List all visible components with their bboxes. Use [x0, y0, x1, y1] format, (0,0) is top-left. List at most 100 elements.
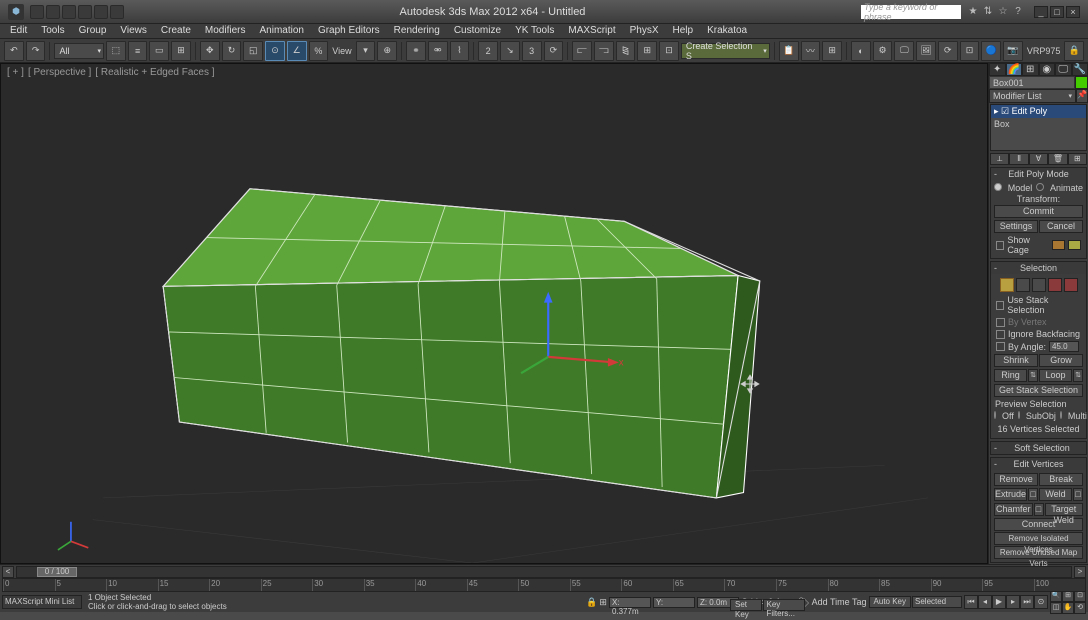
fov-icon[interactable]: ◫ — [1050, 602, 1062, 614]
bind-spacewarp-icon[interactable]: ⌇ — [450, 41, 470, 61]
keymode-dropdown[interactable]: Selected — [912, 596, 962, 608]
chamfer-opt-icon[interactable]: □ — [1034, 503, 1044, 516]
extrude-opt-icon[interactable]: □ — [1028, 488, 1038, 501]
array-icon[interactable]: ⊞ — [637, 41, 657, 61]
object-color-swatch[interactable] — [1075, 76, 1088, 89]
maxscript-listener[interactable]: MAXScript Mini List — [2, 595, 82, 609]
selection-filter-dropdown[interactable]: All — [54, 43, 104, 59]
remove-mod-icon[interactable]: 🗑 — [1048, 153, 1067, 165]
lock-render-icon[interactable]: 🔒 — [1064, 41, 1084, 61]
menu-physx[interactable]: PhysX — [624, 24, 665, 38]
time-slider-handle[interactable]: 0 / 100 — [37, 567, 77, 577]
modifier-stack[interactable]: ▸ ☑ Edit Poly Box — [990, 104, 1087, 151]
cage-color2[interactable] — [1068, 240, 1081, 250]
snap-25d-icon[interactable]: ↘ — [500, 41, 520, 61]
play-icon[interactable]: ▶ — [992, 595, 1006, 609]
menu-modifiers[interactable]: Modifiers — [199, 24, 252, 38]
remove-unused-button[interactable]: Remove Unused Map Verts — [994, 546, 1083, 559]
tab-motion-icon[interactable]: ◉ — [1039, 63, 1056, 76]
render-prod-icon[interactable]: 🖼 — [916, 41, 936, 61]
app-icon[interactable]: ⬢ — [8, 4, 24, 20]
tab-create-icon[interactable]: ✦ — [989, 63, 1006, 76]
edge-mode-icon[interactable] — [1016, 278, 1030, 292]
named-selection-dropdown[interactable]: Create Selection S — [681, 43, 770, 59]
polygon-mode-icon[interactable] — [1048, 278, 1062, 292]
viewport-shading-menu[interactable]: [ Realistic + Edged Faces ] — [95, 67, 214, 78]
help-question-icon[interactable]: ? — [1012, 6, 1024, 18]
menu-yk-tools[interactable]: YK Tools — [509, 24, 560, 38]
time-slider-track[interactable]: 0 / 100 — [16, 566, 1072, 578]
menu-help[interactable]: Help — [667, 24, 700, 38]
select-region-icon[interactable]: ▭ — [149, 41, 169, 61]
angle-snap-icon[interactable]: ∠ — [287, 41, 307, 61]
menu-views[interactable]: Views — [114, 24, 153, 38]
material-editor-icon[interactable]: ◐ — [851, 41, 871, 61]
select-rotate-icon[interactable]: ↻ — [222, 41, 242, 61]
mirror-icon[interactable]: ⧎ — [616, 41, 636, 61]
layer-manager-icon[interactable]: 📋 — [779, 41, 799, 61]
tab-utilities-icon[interactable]: 🔧 — [1072, 63, 1088, 76]
configure-icon[interactable]: ⊞ — [1068, 153, 1087, 165]
ignore-back-check[interactable] — [996, 330, 1005, 339]
element-mode-icon[interactable] — [1064, 278, 1078, 292]
menu-krakatoa[interactable]: Krakatoa — [701, 24, 753, 38]
cage-color1[interactable] — [1052, 240, 1065, 250]
spinner-snap-icon[interactable]: ⟳ — [544, 41, 564, 61]
weld-button[interactable]: Weld — [1039, 488, 1072, 501]
radio-model[interactable] — [994, 183, 1002, 191]
snap-toggle-icon[interactable]: ⊙ — [265, 41, 285, 61]
help-search-input[interactable]: Type a keyword or phrase — [861, 5, 961, 19]
qat-redo-icon[interactable] — [94, 5, 108, 19]
menu-tools[interactable]: Tools — [35, 24, 70, 38]
goto-end-icon[interactable]: ⏭ — [1020, 595, 1034, 609]
radio-off[interactable] — [994, 411, 996, 419]
by-angle-check[interactable] — [996, 342, 1005, 351]
unique-icon[interactable]: ∀ — [1029, 153, 1048, 165]
percent-snap-icon[interactable]: % — [309, 41, 329, 61]
unlink-icon[interactable]: ⚮ — [428, 41, 448, 61]
loop-spinner[interactable]: ⇅ — [1073, 369, 1083, 382]
viewport-3d-content[interactable]: x — [1, 64, 987, 563]
render-frame-icon[interactable]: 🖵 — [894, 41, 914, 61]
pin-icon[interactable]: ⟂ — [990, 153, 1009, 165]
qat-new-icon[interactable] — [30, 5, 44, 19]
ring-spinner[interactable]: ⇅ — [1028, 369, 1038, 382]
radio-subobj[interactable] — [1018, 411, 1020, 419]
next-key-icon[interactable]: > — [1074, 566, 1086, 578]
modifier-list-dropdown[interactable]: Modifier List — [989, 89, 1076, 103]
key-mode-icon[interactable]: ⊙ — [1034, 595, 1048, 609]
render-cam-icon[interactable]: 📷 — [1003, 41, 1023, 61]
select-link-icon[interactable]: ⚭ — [406, 41, 426, 61]
quick-render-icon[interactable]: 🔵 — [981, 41, 1001, 61]
menu-animation[interactable]: Animation — [253, 24, 309, 38]
help-star-icon[interactable]: ★ — [967, 6, 979, 18]
menu-graph-editors[interactable]: Graph Editors — [312, 24, 386, 38]
vertex-mode-icon[interactable] — [1000, 278, 1014, 292]
viewport-container[interactable]: [ + ] [ Perspective ] [ Realistic + Edge… — [0, 63, 988, 564]
show-cage-check[interactable] — [996, 241, 1004, 250]
extrude-button[interactable]: Extrude — [994, 488, 1027, 501]
render-iter-icon[interactable]: ⟳ — [938, 41, 958, 61]
shrink-button[interactable]: Shrink — [994, 354, 1038, 367]
select-scale-icon[interactable]: ◱ — [243, 41, 263, 61]
qat-save-icon[interactable] — [62, 5, 76, 19]
remove-iso-button[interactable]: Remove Isolated Vertices — [994, 532, 1083, 545]
ring-button[interactable]: Ring — [994, 369, 1027, 382]
viewport-view-menu[interactable]: [ Perspective ] — [28, 67, 91, 78]
grow-button[interactable]: Grow — [1039, 354, 1083, 367]
commit-button[interactable]: Commit — [994, 205, 1083, 218]
x-coord-field[interactable]: X: 0.377m — [609, 597, 651, 608]
angle-spinner[interactable]: 45.0 — [1049, 341, 1079, 352]
radio-animate[interactable] — [1036, 183, 1044, 191]
abs-rel-icon[interactable]: ⊞ — [599, 597, 607, 608]
lock-selection-icon[interactable]: 🔒 — [586, 597, 597, 608]
goto-start-icon[interactable]: ⏮ — [964, 595, 978, 609]
target-weld-button[interactable]: Target Weld — [1045, 503, 1084, 516]
render-setup-icon[interactable]: ⚙ — [873, 41, 893, 61]
keyfilters-button[interactable]: Key Filters... — [763, 599, 804, 611]
window-crossing-icon[interactable]: ⊞ — [171, 41, 191, 61]
settings-button[interactable]: Settings — [994, 220, 1038, 233]
undo-icon[interactable]: ↶ — [4, 41, 24, 61]
cancel-button[interactable]: Cancel — [1039, 220, 1083, 233]
loop-button[interactable]: Loop — [1039, 369, 1072, 382]
